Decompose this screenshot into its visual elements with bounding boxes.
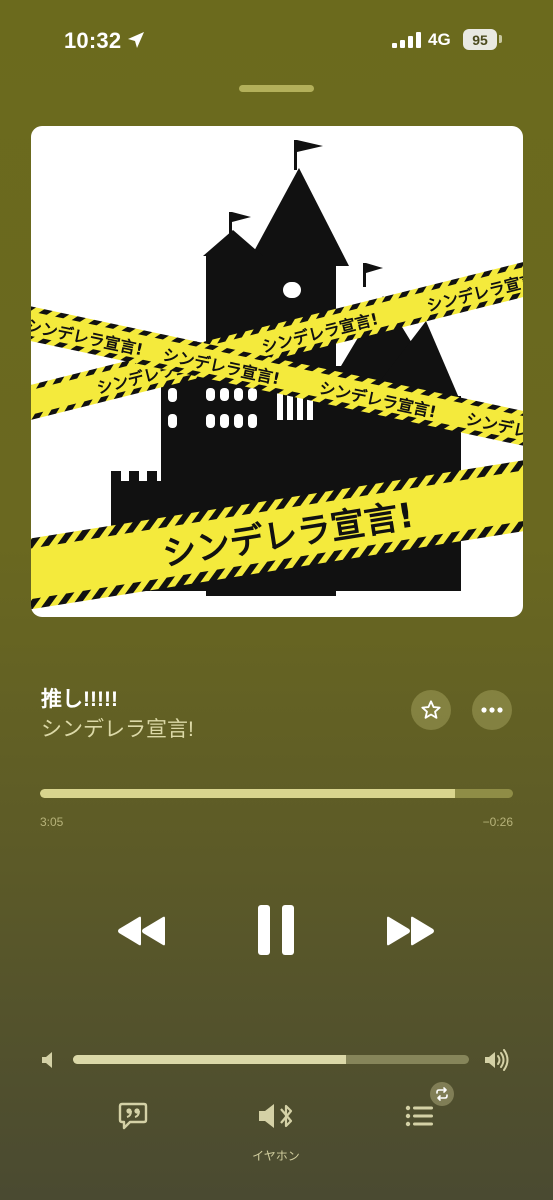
star-icon bbox=[421, 700, 441, 719]
pause-icon bbox=[258, 905, 294, 955]
fast-forward-icon bbox=[387, 916, 434, 946]
speaker-bluetooth-icon bbox=[259, 1104, 293, 1128]
artwork-illustration: シンデレラ宣言! シンデレラ宣言! シンデレラ宣言! シンデレラ宣言! シンデレ… bbox=[31, 140, 523, 611]
more-button[interactable] bbox=[472, 690, 512, 730]
battery-level: 95 bbox=[472, 31, 488, 48]
signal-bars-icon bbox=[392, 32, 421, 48]
queue-button[interactable] bbox=[404, 1102, 436, 1130]
list-icon bbox=[405, 1105, 433, 1127]
repeat-icon bbox=[436, 1087, 448, 1101]
rewind-icon bbox=[118, 916, 165, 946]
status-time: 10:32 bbox=[64, 28, 122, 53]
battery-tip bbox=[499, 35, 502, 43]
pause-button[interactable] bbox=[246, 895, 306, 965]
volume-low-icon bbox=[42, 1052, 52, 1068]
audio-output-label: イヤホン bbox=[252, 1149, 300, 1163]
playback-scrubber[interactable] bbox=[40, 789, 513, 798]
album-artwork: シンデレラ宣言! シンデレラ宣言! シンデレラ宣言! シンデレラ宣言! シンデレ… bbox=[31, 126, 523, 617]
fast-forward-button[interactable] bbox=[378, 905, 442, 957]
audio-output-button[interactable] bbox=[256, 1099, 298, 1133]
favorite-button[interactable] bbox=[411, 690, 451, 730]
volume-slider-fill bbox=[73, 1055, 347, 1064]
artist-name[interactable]: シンデレラ宣言! bbox=[41, 713, 194, 743]
song-title: 推し!!!!! bbox=[41, 688, 118, 711]
elapsed-time: 3:05 bbox=[40, 815, 64, 829]
remaining-time: −0:26 bbox=[482, 815, 513, 829]
lyrics-quote-icon bbox=[118, 1102, 148, 1130]
playback-progress-fill bbox=[40, 789, 455, 798]
location-arrow-icon bbox=[128, 32, 144, 48]
volume-high-icon bbox=[485, 1049, 509, 1071]
ellipsis-icon bbox=[481, 707, 503, 713]
repeat-badge bbox=[430, 1082, 454, 1106]
sheet-grabber[interactable] bbox=[239, 85, 314, 92]
network-type: 4G bbox=[428, 30, 451, 49]
battery-icon: 95 bbox=[463, 29, 497, 50]
rewind-button[interactable] bbox=[110, 905, 174, 957]
volume-slider[interactable] bbox=[73, 1055, 469, 1064]
lyrics-button[interactable] bbox=[116, 1100, 150, 1132]
